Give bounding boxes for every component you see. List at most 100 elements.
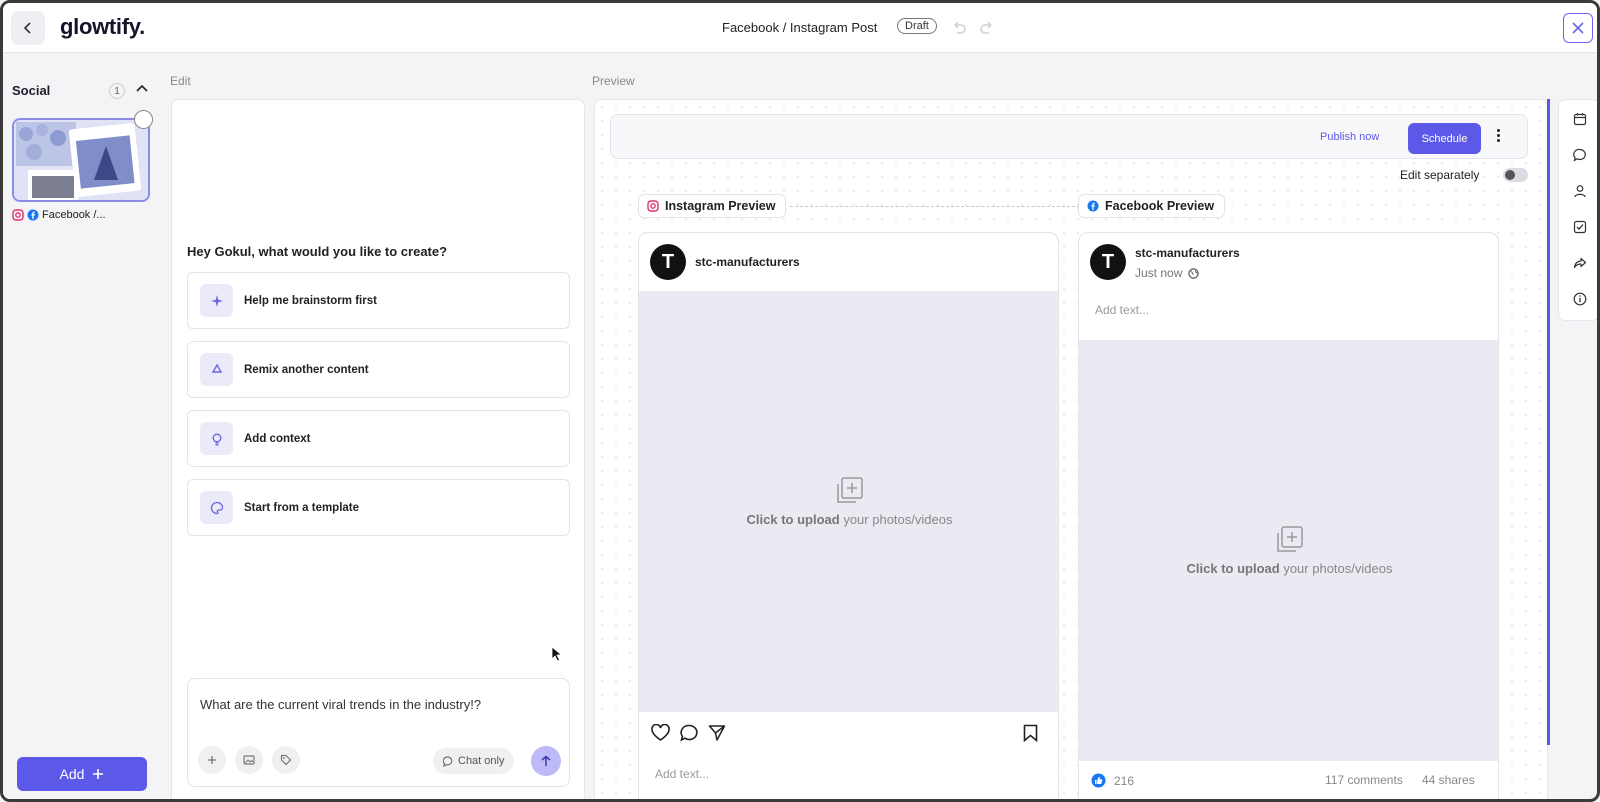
chat-only-toggle[interactable]: Chat only [433,748,515,774]
send-button[interactable] [531,746,561,776]
instagram-username: stc-manufacturers [695,255,800,269]
sparkle-icon [200,284,233,317]
option-remix[interactable]: Remix another content [187,341,570,398]
option-label: Help me brainstorm first [244,294,377,307]
plus-icon [93,769,104,779]
post-time: Just now [1135,266,1200,280]
app-window: glowtify. Facebook / Instagram Post Draf… [0,0,1600,802]
preview-section-label: Preview [592,74,635,88]
facebook-icon [27,209,39,221]
option-label: Start from a template [244,501,360,514]
media-button[interactable] [235,746,263,774]
upload-prompt: Click to upload your photos/videos [1186,561,1393,576]
share-forward-icon[interactable] [1571,254,1589,272]
post-thumbnail[interactable] [12,118,150,202]
chat-bubble-icon [443,755,453,767]
comment-icon[interactable] [680,724,698,742]
upload-image-icon [1276,526,1303,552]
plus-icon [208,756,216,764]
schedule-button[interactable]: Schedule [1408,123,1481,154]
reactions-summary: 216 [1091,773,1134,788]
facebook-preview-card: T stc-manufacturers Just now Add text...… [1078,232,1499,799]
post-item-text: Facebook /... [42,209,106,221]
option-label: Add context [244,432,311,445]
shares-count: 44 shares [1422,773,1475,787]
sidebar-title: Social [12,83,51,98]
upload-image-icon [836,477,863,503]
post-item-label[interactable]: Facebook /... [12,209,106,221]
checklist-icon[interactable] [1571,218,1589,236]
info-icon[interactable] [1571,290,1589,308]
undo-icon[interactable] [951,19,967,35]
attach-button[interactable] [198,746,226,774]
instagram-preview-label: Instagram Preview [665,199,776,213]
comment-icon[interactable] [1571,146,1589,164]
select-radio[interactable] [134,110,153,129]
option-label: Remix another content [244,363,369,376]
chevron-left-icon [23,22,31,34]
edit-separately-toggle[interactable] [1503,168,1528,182]
top-bar: glowtify. Facebook / Instagram Post Draf… [3,3,1597,53]
redo-icon[interactable] [979,19,995,35]
connector-line [790,206,1080,207]
close-icon [1572,22,1584,34]
facebook-caption-input[interactable]: Add text... [1095,303,1149,317]
instagram-preview-card: T stc-manufacturers Click to upload your… [638,232,1059,799]
image-icon [243,755,255,765]
greeting-heading: Hey Gokul, what would you like to create… [187,244,448,259]
instagram-upload-area[interactable]: Click to upload your photos/videos [639,291,1058,712]
preview-panel: Publish now Schedule Edit separately Ins… [594,99,1548,799]
facebook-upload-area[interactable]: Click to upload your photos/videos [1079,340,1498,761]
mouse-cursor-icon [551,646,563,662]
edit-section-label: Edit [170,74,191,88]
bookmark-icon[interactable] [1023,724,1038,742]
chat-input-box[interactable]: What are the current viral trends in the… [187,678,570,787]
globe-icon [1188,267,1200,279]
close-button[interactable] [1563,13,1593,43]
likes-count: 216 [1114,773,1135,788]
item-count-badge: 1 [109,83,125,99]
thumbnail-image [14,120,148,200]
instagram-icon [12,209,24,221]
facebook-preview-label: Facebook Preview [1105,199,1215,213]
more-options-icon[interactable] [1497,129,1501,144]
instagram-caption-input[interactable]: Add text... [655,767,709,781]
calendar-icon[interactable] [1571,110,1589,128]
chat-input[interactable]: What are the current viral trends in the… [200,697,481,712]
lightbulb-icon [200,422,233,455]
post-time-text: Just now [1135,266,1183,280]
comments-count: 117 comments [1325,773,1403,787]
tag-button[interactable] [272,746,300,774]
option-template[interactable]: Start from a template [187,479,570,536]
upload-prompt: Click to upload your photos/videos [746,512,953,527]
add-button[interactable]: Add [17,757,147,791]
user-icon[interactable] [1571,182,1589,200]
back-button[interactable] [11,11,45,45]
arrow-up-icon [541,755,551,766]
status-badge: Draft [897,18,937,34]
tag-icon [280,754,292,766]
heart-icon[interactable] [651,724,670,742]
left-sidebar: Social 1 Facebook /... Add [3,54,161,799]
publish-now-button[interactable]: Publish now [1320,131,1379,143]
publish-bar: Publish now Schedule [610,114,1528,159]
facebook-username: stc-manufacturers [1135,246,1240,260]
right-toolbar [1558,99,1597,321]
avatar: T [650,244,686,280]
share-icon[interactable] [708,724,726,742]
palette-icon [200,491,233,524]
edit-separately-label: Edit separately [1400,168,1480,182]
add-button-label: Add [59,766,85,782]
option-brainstorm[interactable]: Help me brainstorm first [187,272,570,329]
instagram-icon [647,200,659,212]
recycle-icon [200,353,233,386]
facebook-icon [1087,200,1099,212]
like-icon [1091,773,1106,788]
avatar: T [1090,244,1126,280]
app-logo: glowtify. [60,14,145,39]
chevron-up-icon[interactable] [135,82,149,96]
option-add-context[interactable]: Add context [187,410,570,467]
instagram-preview-tag: Instagram Preview [638,194,787,218]
facebook-preview-tag: Facebook Preview [1078,194,1226,218]
chat-only-label: Chat only [458,755,505,767]
